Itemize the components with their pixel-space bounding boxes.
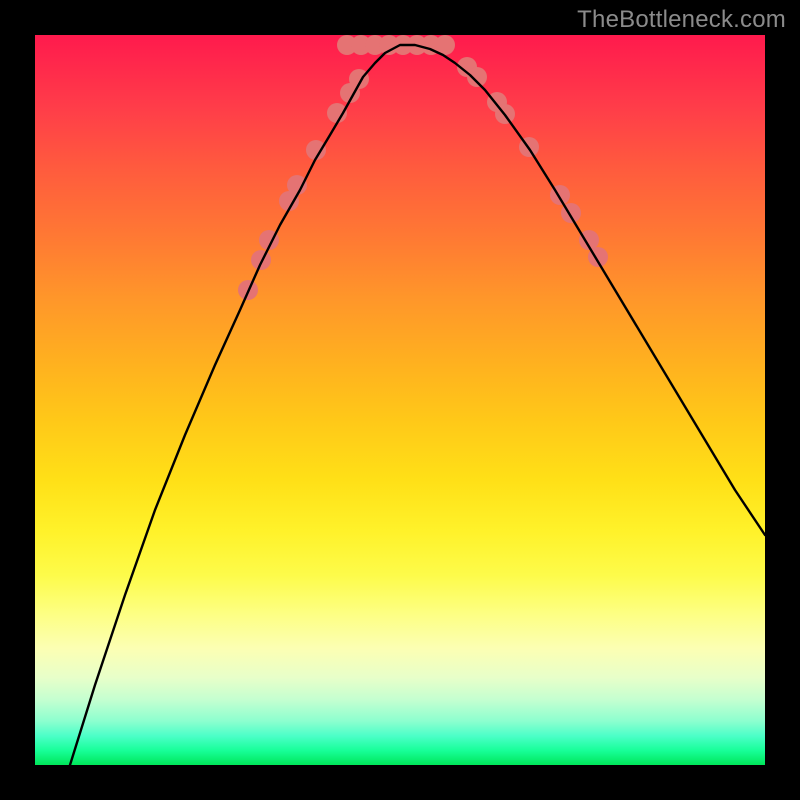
watermark-text: TheBottleneck.com — [577, 6, 786, 34]
data-marker — [251, 250, 271, 270]
data-marker — [287, 175, 307, 195]
curve-line — [70, 45, 765, 765]
chart-svg — [35, 35, 765, 765]
data-marker — [467, 67, 487, 87]
chart-canvas: TheBottleneck.com — [0, 0, 800, 800]
plot-area — [35, 35, 765, 765]
data-markers — [238, 35, 608, 300]
